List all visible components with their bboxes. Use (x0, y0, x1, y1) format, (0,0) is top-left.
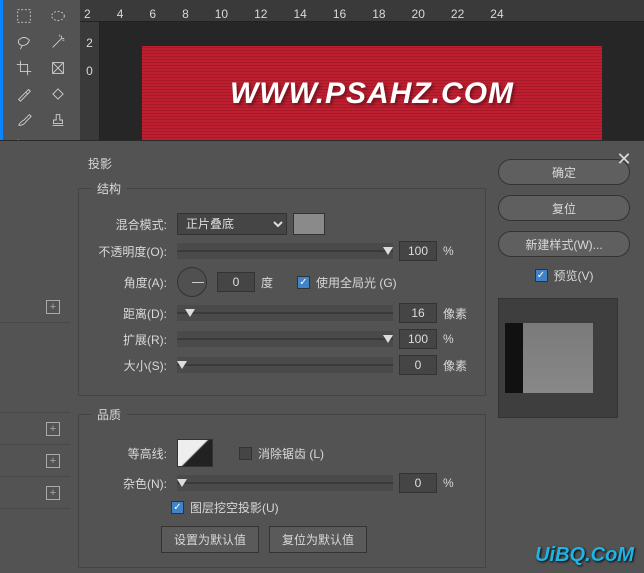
close-icon[interactable]: ✕ (614, 149, 634, 169)
canvas-content: WWW.PSAHZ.COM (142, 46, 602, 141)
new-style-button[interactable]: 新建样式(W)... (498, 231, 630, 257)
add-effect-icon[interactable]: + (46, 486, 60, 500)
add-effect-icon[interactable]: + (46, 454, 60, 468)
angle-input[interactable] (217, 272, 255, 292)
size-input[interactable] (399, 355, 437, 375)
size-unit: 像素 (443, 357, 473, 374)
layer-style-dialog: ✕ + + + + 投影 结构 混合模式: 正片叠底 不透明度(O): (0, 140, 644, 573)
blend-mode-select[interactable]: 正片叠底 (177, 213, 287, 235)
canvas[interactable]: WWW.PSAHZ.COM (100, 22, 644, 140)
size-label: 大小(S): (91, 357, 171, 374)
distance-unit: 像素 (443, 305, 473, 322)
frame-tool[interactable] (43, 56, 73, 80)
add-effect-icon[interactable]: + (46, 422, 60, 436)
shadow-color-swatch[interactable] (293, 213, 325, 235)
healing-tool[interactable] (43, 82, 73, 106)
quality-legend: 品质 (91, 406, 127, 423)
structure-legend: 结构 (91, 180, 127, 197)
effects-list: + + + + (0, 141, 70, 573)
cancel-button[interactable]: 复位 (498, 195, 630, 221)
reset-default-button[interactable]: 复位为默认值 (269, 526, 367, 553)
knockout-checkbox[interactable]: ✓ (171, 501, 184, 514)
size-slider[interactable] (177, 357, 393, 373)
distance-input[interactable] (399, 303, 437, 323)
contour-label: 等高线: (91, 445, 171, 462)
knockout-label: 图层挖空投影(U) (190, 499, 279, 516)
ellipse-select-tool[interactable] (43, 4, 73, 28)
angle-unit: 度 (261, 274, 291, 291)
preview-checkbox[interactable]: ✓ (535, 269, 548, 282)
spread-unit: % (443, 332, 473, 346)
section-title: 投影 (88, 155, 486, 172)
make-default-button[interactable]: 设置为默认值 (161, 526, 259, 553)
angle-label: 角度(A): (91, 274, 171, 291)
preview-thumbnail (498, 298, 618, 418)
use-global-light-checkbox[interactable]: ✓ (297, 276, 310, 289)
antialias-label: 消除锯齿 (L) (258, 445, 324, 462)
use-global-light-label: 使用全局光 (G) (316, 274, 397, 291)
noise-label: 杂色(N): (91, 475, 171, 492)
eyedropper-tool[interactable] (9, 82, 39, 106)
distance-label: 距离(D): (91, 305, 171, 322)
opacity-input[interactable] (399, 241, 437, 261)
noise-unit: % (443, 476, 473, 490)
rect-select-tool[interactable] (9, 4, 39, 28)
spread-label: 扩展(R): (91, 331, 171, 348)
ruler-vertical: 20 (80, 22, 100, 140)
noise-slider[interactable] (177, 475, 393, 491)
quality-group: 品质 等高线: ✓ 消除锯齿 (L) 杂色(N): % ✓ 图层挖空投影(U (78, 406, 486, 568)
distance-slider[interactable] (177, 305, 393, 321)
preview-label: 预览(V) (554, 267, 594, 284)
magic-wand-tool[interactable] (43, 30, 73, 54)
watermark: UiBQ.CoM (535, 544, 634, 567)
opacity-slider[interactable] (177, 243, 393, 259)
ok-button[interactable]: 确定 (498, 159, 630, 185)
brush-tool[interactable] (9, 108, 39, 132)
noise-input[interactable] (399, 473, 437, 493)
canvas-text: WWW.PSAHZ.COM (230, 77, 514, 111)
lasso-tool[interactable] (9, 30, 39, 54)
antialias-checkbox[interactable]: ✓ (239, 447, 252, 460)
toolbar (0, 0, 80, 140)
angle-dial[interactable] (177, 267, 207, 297)
contour-picker[interactable] (177, 439, 213, 467)
spread-input[interactable] (399, 329, 437, 349)
stamp-tool[interactable] (43, 108, 73, 132)
spread-slider[interactable] (177, 331, 393, 347)
structure-group: 结构 混合模式: 正片叠底 不透明度(O): % 角度(A): 度 (78, 180, 486, 396)
opacity-label: 不透明度(O): (91, 243, 171, 260)
crop-tool[interactable] (9, 56, 39, 80)
ruler-horizontal: 24681012141618202224 (80, 0, 644, 22)
add-effect-icon[interactable]: + (46, 300, 60, 314)
blend-mode-label: 混合模式: (91, 216, 171, 233)
opacity-unit: % (443, 244, 473, 258)
